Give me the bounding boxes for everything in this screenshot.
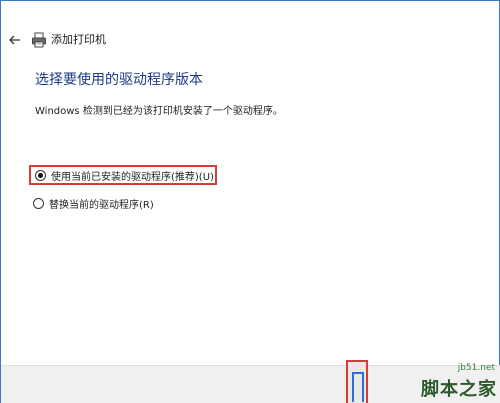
back-arrow-icon xyxy=(9,35,20,45)
use-current-driver-option[interactable]: 使用当前已安装的驱动程序(推荐)(U) xyxy=(29,165,217,185)
replace-driver-option[interactable]: 替换当前的驱动程序(R) xyxy=(33,193,154,213)
radio-selected[interactable] xyxy=(35,169,46,181)
driver-detected-text: Windows 检测到已经为该打印机安装了一个驱动程序。 xyxy=(35,106,283,117)
printer-icon xyxy=(32,32,46,48)
watermark-name: 脚本之家 xyxy=(421,379,497,400)
back-button[interactable] xyxy=(7,32,23,48)
page-heading: 选择要使用的驱动程序版本 xyxy=(35,72,203,88)
add-printer-window: 添加打印机 选择要使用的驱动程序版本 Windows 检测到已经为该打印机安装了… xyxy=(0,0,500,403)
next-button-focus xyxy=(352,372,364,402)
radio-unselected[interactable] xyxy=(33,197,44,209)
option-label: 使用当前已安装的驱动程序(推荐)(U) xyxy=(51,171,214,183)
next-button[interactable] xyxy=(346,360,368,403)
watermark-site: jb51.net xyxy=(457,363,495,373)
option-label: 替换当前的驱动程序(R) xyxy=(49,199,154,211)
watermark: jb51.net 脚本之家 xyxy=(421,363,499,403)
title-bar: 添加打印机 xyxy=(1,25,500,55)
window-title: 添加打印机 xyxy=(51,33,106,46)
